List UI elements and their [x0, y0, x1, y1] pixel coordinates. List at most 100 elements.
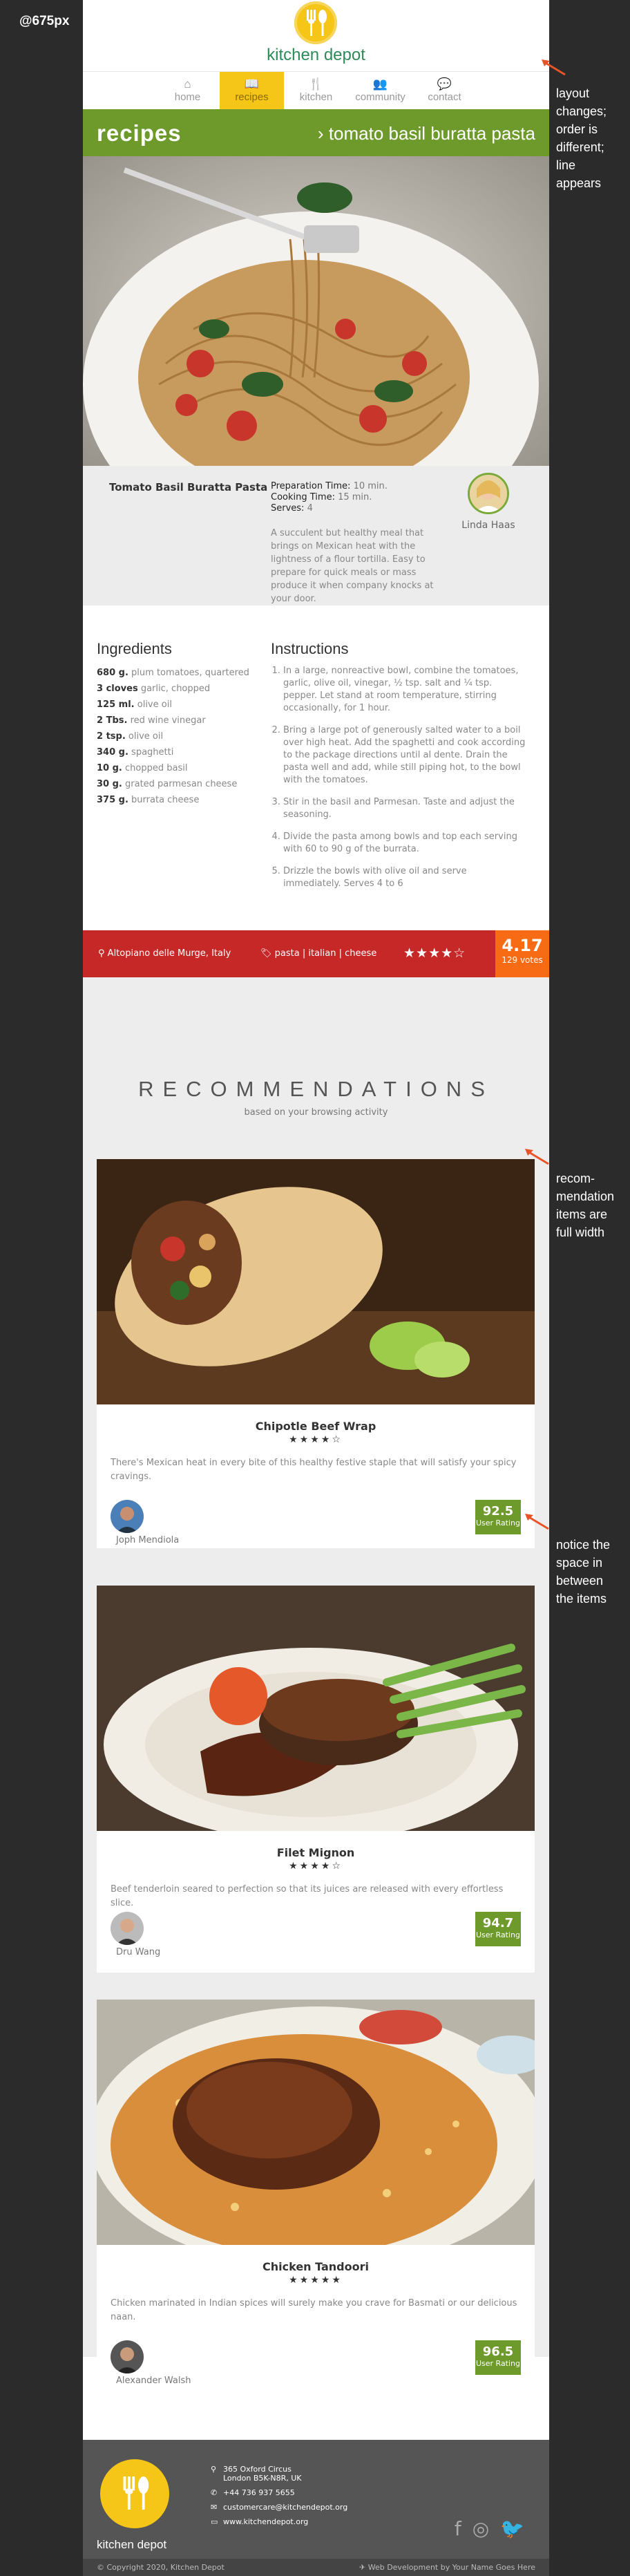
vote-count: 129 votes — [502, 955, 543, 965]
nav-recipes[interactable]: 📖 recipes — [220, 72, 284, 109]
instructions-section: Instructions In a large, nonreactive bow… — [271, 640, 526, 900]
nav-kitchen[interactable]: 🍴 kitchen — [284, 72, 348, 109]
user-rating-badge: 96.5 User Rating — [475, 2340, 521, 2375]
author-name: Joph Mendiola — [116, 1535, 180, 1545]
logo[interactable] — [294, 1, 337, 44]
developer-credit[interactable]: ✈ Web Development by Your Name Goes Here — [359, 2563, 535, 2572]
credit-label: Web Development by Your Name Goes Here — [368, 2563, 535, 2572]
recommendation-card[interactable]: Chicken Tandoori ★★★★★ Chicken marinated… — [97, 2000, 535, 2391]
site-footer: kitchen depot ⚲ 365 Oxford Circus London B… — [83, 2440, 549, 2576]
ingredient-item: 2 tsp. olive oil — [97, 731, 164, 742]
recommendation-name[interactable]: Filet Mignon — [97, 1846, 535, 1859]
cook-label: Cooking Time: — [271, 492, 335, 502]
nav-label: community — [355, 91, 405, 103]
social-links: f◎🐦 — [455, 2517, 535, 2540]
annotation-note: layout changes; order is different; line appe… — [556, 86, 607, 190]
breadcrumb-current: tomato basil buratta pasta — [328, 123, 535, 144]
author-name: Alexander Walsh — [116, 2376, 191, 2386]
recommendation-author[interactable]: Alexander Walsh — [111, 2340, 191, 2386]
recipe-meta: Preparation Time: 10 min. Cooking Time: … — [271, 481, 388, 514]
website-link[interactable]: www.kitchendepot.org — [223, 2517, 308, 2526]
book-icon: 📖 — [244, 77, 260, 91]
globe-icon: ▭ — [211, 2517, 218, 2526]
recipe-description: A succulent but healthy meal that brings… — [271, 528, 434, 604]
recommendation-photo[interactable] — [97, 1159, 535, 1404]
recommendation-author[interactable]: Dru Wang — [111, 1912, 187, 1957]
recommendation-description: Chicken marinated in Indian spices will … — [111, 2298, 517, 2322]
breakpoint-label: @675px — [19, 14, 70, 28]
recommendation-name[interactable]: Chipotle Beef Wrap — [97, 1420, 535, 1433]
recipe-name: Tomato Basil Buratta Pasta — [109, 481, 268, 493]
nav-label: contact — [428, 91, 461, 103]
user-rating-value: 96.5 — [482, 2344, 514, 2359]
section-title: recipes — [97, 120, 182, 146]
recommendation-card[interactable]: Chipotle Beef Wrap ★★★★☆ There's Mexican… — [97, 1159, 535, 1548]
nav-home[interactable]: ⌂ home — [155, 72, 220, 109]
ingredient-item: 340 g. spaghetti — [97, 747, 174, 758]
facebook-icon[interactable]: f — [455, 2517, 472, 2540]
recommendation-name[interactable]: Chicken Tandoori — [97, 2260, 535, 2273]
avatar — [111, 1500, 144, 1533]
author-avatar[interactable] — [468, 473, 509, 514]
rating-score: 4.17 129 votes — [495, 930, 549, 977]
recommendations-title: RECOMMENDATIONS — [138, 1077, 494, 1101]
breadcrumb[interactable]: › tomato basil buratta pasta — [318, 123, 535, 144]
user-rating-value: 94.7 — [482, 1916, 514, 1930]
recipe-info: Tomato Basil Buratta Pasta Preparation T… — [83, 466, 549, 605]
site-header: kitchen depot — [83, 0, 549, 72]
email-link[interactable]: customercare@kitchendepot.org — [223, 2503, 347, 2512]
recommendation-stars: ★★★★☆ — [289, 1861, 343, 1872]
instagram-icon[interactable]: ◎ — [472, 2517, 500, 2540]
recommendation-photo[interactable] — [97, 1586, 535, 1831]
phone[interactable]: +44 736 937 5655 — [223, 2488, 295, 2497]
tandoori-photo — [97, 2000, 535, 2245]
ingredient-item: 125 ml. olive oil — [97, 699, 172, 710]
steak-photo — [97, 1586, 535, 1831]
serves-label: Serves: — [271, 503, 305, 514]
chevron-right-icon: › — [317, 123, 324, 144]
recommendation-card[interactable]: Filet Mignon ★★★★☆ Beef tenderloin seare… — [97, 1586, 535, 1973]
recipe-tagbar: ⚲ Altopiano delle Murge, Italy 🏷 pasta |… — [83, 930, 549, 977]
location[interactable]: ⚲ Altopiano delle Murge, Italy — [98, 948, 231, 959]
ingredient-item: 375 g. burrata cheese — [97, 795, 200, 805]
avatar — [111, 1912, 144, 1945]
ingredient-item: 2 Tbs. red wine vinegar — [97, 715, 206, 726]
rocket-icon: ✈ — [359, 2563, 366, 2572]
mobile-page: kitchen depot ⌂ home 📖 recipes 🍴 kitchen… — [83, 0, 549, 2576]
prep-value: 10 min. — [353, 481, 388, 491]
hero-image — [83, 156, 549, 466]
recommendation-photo[interactable] — [97, 2000, 535, 2245]
address-line1: 365 Oxford Circus — [223, 2465, 292, 2474]
address-line2: London B5K-N8R, UK — [223, 2474, 302, 2483]
ingredient-item: 30 g. grated parmesan cheese — [97, 779, 238, 789]
author-name: Dru Wang — [116, 1947, 161, 1957]
phone-icon: ✆ — [211, 2488, 218, 2497]
recommendation-author[interactable]: Joph Mendiola — [111, 1500, 187, 1545]
instruction-step: Drizzle the bowls with olive oil and ser… — [283, 865, 526, 890]
chat-icon: 💬 — [437, 77, 452, 91]
annotation-arrow — [525, 1149, 549, 1165]
location-label: Altopiano delle Murge, Italy — [107, 948, 231, 959]
cook-value: 15 min. — [338, 492, 372, 502]
author-name[interactable]: Linda Haas — [445, 520, 532, 531]
star-rating[interactable]: ★★★★☆ — [403, 946, 466, 961]
annotation-arrow — [542, 59, 566, 76]
user-rating-badge: 94.7 User Rating — [475, 1912, 521, 1946]
recommendation-stars: ★★★★★ — [289, 2275, 343, 2286]
tag-icon: 🏷 — [260, 948, 272, 959]
rating-value: 4.17 — [502, 936, 543, 955]
ingredient-item: 680 g. plum tomatoes, quartered — [97, 668, 249, 678]
twitter-icon[interactable]: 🐦 — [500, 2517, 535, 2540]
annotation-note: notice the space in between the items — [556, 1538, 611, 1606]
recommendations-subtitle: based on your browsing activity — [244, 1107, 388, 1118]
nav-contact[interactable]: 💬 contact — [412, 72, 477, 109]
footer-logo[interactable] — [100, 2459, 169, 2528]
prep-label: Preparation Time: — [271, 481, 351, 491]
user-rating-value: 92.5 — [482, 1504, 514, 1519]
user-rating-label: User Rating — [475, 1930, 521, 1939]
users-icon: 👥 — [372, 77, 388, 91]
wrap-photo — [97, 1159, 535, 1404]
footer-bottom: © Copyright 2020, Kitchen Depot ✈ Web De… — [83, 2559, 549, 2576]
tags[interactable]: 🏷 pasta | italian | cheese — [260, 948, 376, 959]
nav-community[interactable]: 👥 community — [348, 72, 412, 109]
